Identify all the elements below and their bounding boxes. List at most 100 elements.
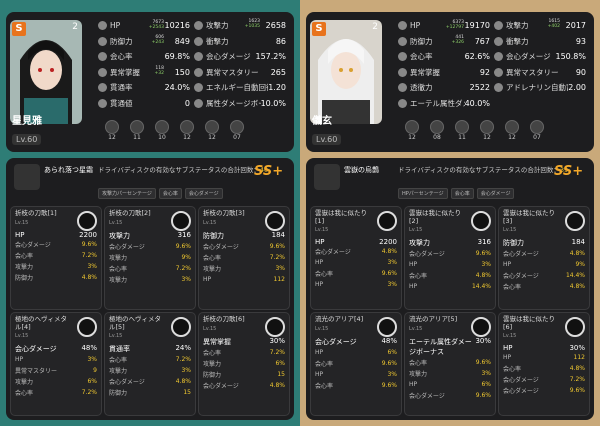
skill-chip[interactable]: 10 (152, 120, 172, 141)
disc-substat: 会心ダメージ 4.8% (203, 381, 285, 390)
stat-label: 衝撃力 (506, 36, 529, 46)
crit-dmg-icon (194, 52, 203, 62)
disc-substat: 防御力 15 (109, 389, 191, 397)
disc-substat: 会心ダメージ 9.6% (15, 240, 97, 249)
stat-value: 767 (474, 36, 490, 46)
skill-level: 12 (483, 134, 491, 141)
disc-card[interactable]: 雲嶽は我に似たり[2] Lv.15 攻撃力 316 会心ダメージ 9.6% HP 3% 会心率 4… (404, 206, 496, 310)
stat-cell: アドレナリン自動蓄積2.00 (494, 82, 590, 93)
disc-card[interactable]: 折枝の刀歌[2] Lv.15 攻撃力 316 会心ダメージ 9.6% 攻撃力 9% 会心率 7.2… (104, 206, 196, 310)
skill-chip[interactable]: 12 (177, 120, 197, 141)
stat-value: 92 (479, 67, 490, 77)
effective-stat-tags: HPパーセンテージ 会心率 会心ダメージ (398, 188, 515, 199)
disc-card[interactable]: 極地のヘヴィメタル[4] Lv.15 会心ダメージ 48% HP 3% 異常マスタリー 9 攻撃… (10, 312, 102, 416)
stat-label: 防御力 (110, 36, 133, 46)
skill-chip[interactable]: 12 (402, 120, 422, 141)
hp-icon (398, 21, 407, 31)
defense-icon (98, 36, 107, 46)
mindscape-count: 2 (372, 22, 378, 32)
skill-chip[interactable]: 12 (202, 120, 222, 141)
disc-substat: 会心率 9.6% (409, 358, 491, 367)
stat-value: 157.2% (255, 52, 286, 62)
stat-value: 86 (275, 36, 286, 46)
agent-name: 星見雅 (12, 116, 42, 127)
stat-tag: 攻撃力パーセンテージ (98, 188, 156, 199)
stat-value: 90 (575, 67, 586, 77)
disc-main-stat: エーテル属性ダメージボーナス 30% (409, 336, 491, 356)
stat-cell: 属性ダメージボーナス10.0% (194, 98, 290, 109)
adrenaline-icon (494, 83, 503, 93)
disc-substat: 異常マスタリー 9 (15, 367, 97, 375)
disc-substat: 攻撃力 3% (203, 264, 285, 273)
disc-substat: 攻撃力 3% (15, 262, 97, 271)
anomaly-mastery-icon (98, 67, 107, 77)
disc-substat: 会心ダメージ 14.4% (503, 272, 585, 280)
disc-icon (171, 211, 191, 231)
disc-card[interactable]: 折枝の刀歌[3] Lv.15 防御力 184 会心ダメージ 9.6% 会心率 7.2% 攻撃力 3… (198, 206, 290, 310)
disc-card[interactable]: 雲嶽は我に似たり[1] Lv.15 HP 2200 会心ダメージ 4.8% HP 3% 会心率 9… (310, 206, 402, 310)
agent-portrait: S2 (10, 20, 82, 124)
disc-card[interactable]: 折枝の刀歌[1] Lv.15 HP 2200 会心ダメージ 9.6% 会心率 7.2% 攻撃力 3… (10, 206, 102, 310)
disc-substat: 攻撃力 9% (109, 253, 191, 262)
disc-substat: HP 6% (409, 380, 491, 388)
grade-badge: SS+ (554, 164, 584, 179)
disc-name: 雲嶽は我に似たり[3] (503, 209, 555, 225)
skill-icon (455, 120, 469, 134)
disc-name: 極地のヘヴィメタル[4] (15, 315, 67, 331)
disc-card[interactable]: 雲嶽は我に似たり[3] Lv.15 防御力 184 会心ダメージ 4.8% HP 9% 会心ダメ… (498, 206, 590, 310)
disc-card[interactable]: 折枝の刀歌[6] Lv.15 異常掌握 30% 会心率 7.2% 攻撃力 6% 防御力 15 会心ダ… (198, 312, 290, 416)
stat-label: 会心ダメージ (206, 52, 251, 62)
skill-chip[interactable]: 12 (502, 120, 522, 141)
stat-label: 異常マスタリー (206, 67, 259, 77)
stat-value: 1.20 (268, 83, 286, 93)
attack-icon (194, 21, 203, 31)
disc-substat: 会心率 7.2% (109, 356, 191, 364)
pen-icon (98, 98, 107, 108)
stat-value: 10216 (164, 21, 190, 31)
skill-chip[interactable]: 07 (527, 120, 547, 141)
stat-cell: 透徹力 2522 (398, 82, 494, 93)
disc-substat: 会心率 7.2% (109, 264, 191, 273)
skill-chip[interactable]: 12 (102, 120, 122, 141)
skill-chip[interactable]: 07 (227, 120, 247, 141)
stat-value: 2658 (265, 21, 286, 31)
disc-grid: 折枝の刀歌[1] Lv.15 HP 2200 会心ダメージ 9.6% 会心率 7.2% 攻撃力 3… (10, 206, 290, 416)
disc-card[interactable]: 流光のアリア[5] Lv.15 エーテル属性ダメージボーナス 30% 会心率 9.6% 攻撃… (404, 312, 496, 416)
skill-chip[interactable]: 11 (127, 120, 147, 141)
disc-substat: 攻撃力 3% (409, 369, 491, 378)
disc-main-stat: HP 30% (503, 344, 585, 352)
stat-row: 異常掌握 118 +32 150 異常マスタリー 265 (98, 65, 290, 81)
sheer-force-icon (398, 83, 407, 93)
stat-label: 異常掌握 (410, 67, 440, 77)
stat-value: 69.8% (164, 52, 190, 62)
hp-icon (98, 21, 107, 31)
skill-chip[interactable]: 12 (477, 120, 497, 141)
skill-level: 11 (458, 134, 466, 141)
disc-name: 雲嶽は我に似たり[6] (503, 315, 555, 331)
disc-substat: 会心率 9.6% (315, 359, 397, 368)
skill-icon (230, 120, 244, 134)
skill-level: 07 (233, 134, 241, 141)
disc-card[interactable]: 極地のヘヴィメタル[5] Lv.15 貫通率 24% 会心率 7.2% 攻撃力 3% 会心ダメー… (104, 312, 196, 416)
crit-rate-icon (398, 52, 407, 62)
stat-row: 防御力 441 +326 767 衝撃力 93 (398, 34, 590, 50)
skill-chip[interactable]: 11 (452, 120, 472, 141)
disc-card[interactable]: 流光のアリア[4] Lv.15 会心ダメージ 48% HP 6% 会心率 9.6% HP 3% 会心… (310, 312, 402, 416)
w-engine-name: あられ落つ星霜 (44, 166, 93, 174)
crit-rate-icon (98, 52, 107, 62)
stat-label: 透徹力 (410, 83, 433, 93)
stat-row: 異常掌握 92 異常マスタリー 90 (398, 65, 590, 81)
skill-chip[interactable]: 08 (427, 120, 447, 141)
disc-card[interactable]: 雲嶽は我に似たり[6] Lv.15 HP 30% HP 112 会心率 4.8% 会心ダメージ 7… (498, 312, 590, 416)
disc-icon (471, 211, 491, 231)
stat-cell: 会心ダメージ 150.8% (494, 51, 590, 62)
stat-value: 2.00 (568, 83, 586, 93)
stat-label: 衝撃力 (206, 36, 229, 46)
skill-levels: 12 08 11 12 12 07 (402, 120, 547, 141)
stat-cell: エネルギー自動回復 1.20 (194, 82, 290, 93)
disc-substat: HP 3% (315, 281, 397, 288)
stat-tag: 会心ダメージ (476, 188, 515, 199)
stat-label: 会心ダメージ (506, 52, 551, 62)
stat-breakdown: 118 +32 (154, 65, 165, 76)
stat-value: 93 (575, 36, 586, 46)
